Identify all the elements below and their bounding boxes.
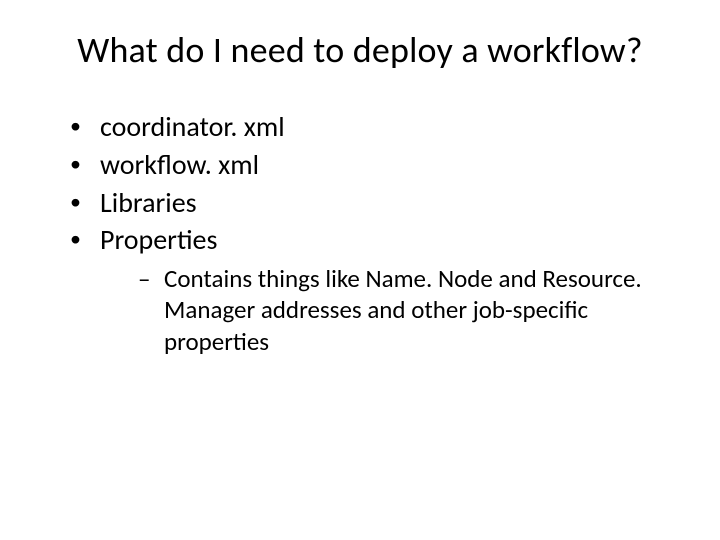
list-item: workflow. xml <box>70 146 688 184</box>
list-item-label: Libraries <box>100 185 197 220</box>
list-item-label: coordinator. xml <box>100 109 285 144</box>
list-item: coordinator. xml <box>70 108 688 146</box>
bullet-list: coordinator. xml workflow. xml Libraries… <box>32 108 688 357</box>
list-item: Libraries <box>70 184 688 222</box>
slide-title: What do I need to deploy a workflow? <box>32 28 688 72</box>
list-item-label: Properties <box>100 222 217 257</box>
list-item-label: workflow. xml <box>100 147 259 182</box>
sub-bullet-list: Contains things like Name. Node and Reso… <box>100 263 688 357</box>
sub-list-item-label: Contains things like Name. Node and Reso… <box>164 263 642 357</box>
sub-list-item: Contains things like Name. Node and Reso… <box>138 263 688 357</box>
list-item: Properties Contains things like Name. No… <box>70 221 688 357</box>
